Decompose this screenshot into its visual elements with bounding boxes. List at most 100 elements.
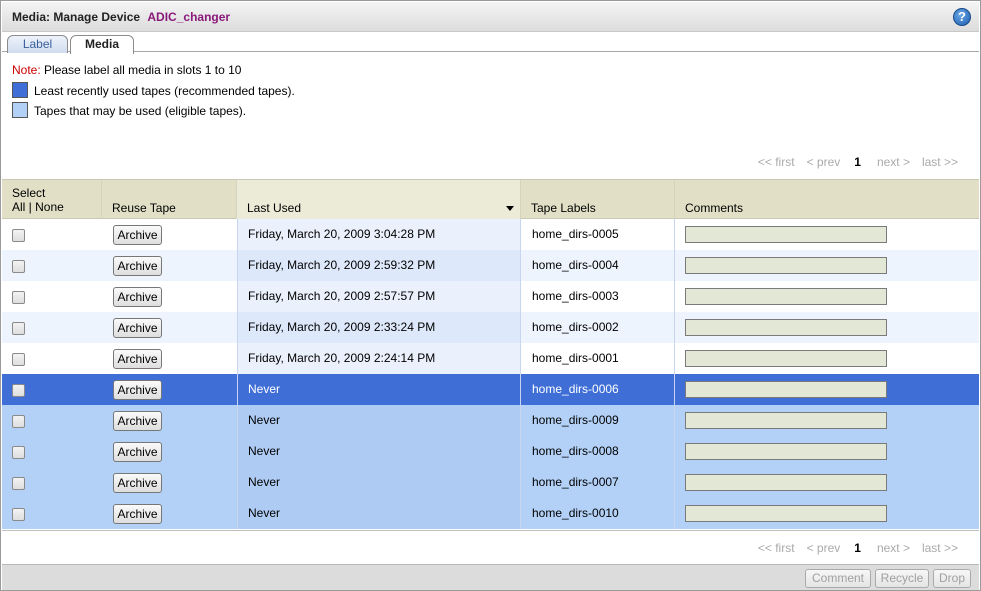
sort-desc-icon: [506, 206, 514, 211]
header-last-used[interactable]: Last Used: [237, 180, 521, 219]
tape-label-cell: home_dirs-0005: [521, 219, 675, 250]
pager-next[interactable]: next >: [877, 155, 910, 169]
header-select-all-none[interactable]: All | None: [12, 200, 64, 214]
archive-button[interactable]: Archive: [113, 473, 162, 493]
last-used-cell: Never: [237, 498, 521, 529]
tape-label-cell: home_dirs-0002: [521, 312, 675, 343]
select-cell: [2, 281, 102, 312]
table-row[interactable]: Archive Never home_dirs-0007: [2, 467, 979, 498]
pager-next[interactable]: next >: [877, 541, 910, 555]
comments-cell: [675, 374, 979, 405]
header-tape-labels-label: Tape Labels: [531, 201, 596, 215]
table-row[interactable]: Archive Never home_dirs-0006: [2, 374, 979, 405]
table-row[interactable]: Archive Friday, March 20, 2009 2:33:24 PM…: [2, 312, 979, 343]
comment-input[interactable]: [685, 257, 887, 274]
archive-button[interactable]: Archive: [113, 380, 162, 400]
header-comments: Comments: [675, 180, 979, 219]
tape-label-cell: home_dirs-0001: [521, 343, 675, 374]
comments-cell: [675, 281, 979, 312]
select-cell: [2, 498, 102, 529]
row-checkbox[interactable]: [12, 291, 25, 304]
pager-first[interactable]: << first: [758, 155, 795, 169]
reuse-cell: Archive: [102, 374, 237, 405]
comments-cell: [675, 343, 979, 374]
reuse-cell: Archive: [102, 312, 237, 343]
legend-swatch-eligible: [12, 102, 28, 118]
comment-input[interactable]: [685, 319, 887, 336]
archive-button[interactable]: Archive: [113, 256, 162, 276]
pager-prev[interactable]: < prev: [807, 541, 841, 555]
header-select-label: Select: [12, 186, 46, 200]
window-title: Media: Manage Device ADIC_changer: [12, 10, 230, 24]
tab-label[interactable]: Label: [7, 35, 68, 53]
row-checkbox[interactable]: [12, 446, 25, 459]
tab-media[interactable]: Media: [70, 35, 134, 54]
comment-input[interactable]: [685, 381, 887, 398]
header-last-used-label: Last Used: [247, 201, 302, 215]
row-checkbox[interactable]: [12, 477, 25, 490]
help-icon[interactable]: ?: [953, 8, 971, 26]
note-text: Please label all media in slots 1 to 10: [40, 63, 242, 77]
comment-input[interactable]: [685, 412, 887, 429]
archive-button[interactable]: Archive: [113, 225, 162, 245]
select-cell: [2, 436, 102, 467]
row-checkbox[interactable]: [12, 415, 25, 428]
last-used-cell: Never: [237, 436, 521, 467]
pager-bottom: << first < prev 1 next > last >>: [746, 541, 958, 555]
pager-last[interactable]: last >>: [922, 155, 958, 169]
title-bar: Media: Manage Device ADIC_changer ?: [2, 2, 979, 32]
tape-label-cell: home_dirs-0010: [521, 498, 675, 529]
tape-label-cell: home_dirs-0004: [521, 250, 675, 281]
archive-button[interactable]: Archive: [113, 442, 162, 462]
last-used-cell: Never: [237, 405, 521, 436]
comment-button[interactable]: Comment: [805, 569, 871, 588]
table-row[interactable]: Archive Never home_dirs-0009: [2, 405, 979, 436]
comment-input[interactable]: [685, 226, 887, 243]
row-checkbox[interactable]: [12, 322, 25, 335]
header-tape-labels[interactable]: Tape Labels: [521, 180, 675, 219]
pager-prev[interactable]: < prev: [807, 155, 841, 169]
comments-cell: [675, 312, 979, 343]
comments-cell: [675, 250, 979, 281]
comment-input[interactable]: [685, 350, 887, 367]
comment-input[interactable]: [685, 288, 887, 305]
select-cell: [2, 312, 102, 343]
table-row[interactable]: Archive Friday, March 20, 2009 2:24:14 PM…: [2, 343, 979, 374]
comment-input[interactable]: [685, 443, 887, 460]
tape-label-cell: home_dirs-0006: [521, 374, 675, 405]
table-row[interactable]: Archive Friday, March 20, 2009 2:57:57 PM…: [2, 281, 979, 312]
table-row[interactable]: Archive Never home_dirs-0010: [2, 498, 979, 529]
manage-device-panel: Media: Manage Device ADIC_changer ? Labe…: [0, 0, 981, 591]
recycle-button[interactable]: Recycle: [875, 569, 929, 588]
pager-last[interactable]: last >>: [922, 541, 958, 555]
header-comments-label: Comments: [685, 201, 744, 215]
archive-button[interactable]: Archive: [113, 349, 162, 369]
row-checkbox[interactable]: [12, 260, 25, 273]
archive-button[interactable]: Archive: [113, 318, 162, 338]
last-used-cell: Friday, March 20, 2009 2:24:14 PM: [237, 343, 521, 374]
row-checkbox[interactable]: [12, 229, 25, 242]
archive-button[interactable]: Archive: [113, 287, 162, 307]
comments-cell: [675, 498, 979, 529]
comment-input[interactable]: [685, 474, 887, 491]
row-checkbox[interactable]: [12, 353, 25, 366]
comment-input[interactable]: [685, 505, 887, 522]
table-body: Archive Friday, March 20, 2009 3:04:28 PM…: [2, 219, 979, 529]
archive-button[interactable]: Archive: [113, 411, 162, 431]
row-checkbox[interactable]: [12, 508, 25, 521]
tape-label-cell: home_dirs-0007: [521, 467, 675, 498]
select-cell: [2, 374, 102, 405]
table-header: Select All | None Reuse Tape Last Used T…: [2, 179, 979, 219]
table-row[interactable]: Archive Friday, March 20, 2009 2:59:32 PM…: [2, 250, 979, 281]
tape-label-cell: home_dirs-0009: [521, 405, 675, 436]
select-cell: [2, 405, 102, 436]
comments-cell: [675, 467, 979, 498]
comments-cell: [675, 436, 979, 467]
reuse-cell: Archive: [102, 281, 237, 312]
drop-button[interactable]: Drop: [933, 569, 971, 588]
archive-button[interactable]: Archive: [113, 504, 162, 524]
pager-first[interactable]: << first: [758, 541, 795, 555]
table-row[interactable]: Archive Friday, March 20, 2009 3:04:28 PM…: [2, 219, 979, 250]
table-row[interactable]: Archive Never home_dirs-0008: [2, 436, 979, 467]
row-checkbox[interactable]: [12, 384, 25, 397]
